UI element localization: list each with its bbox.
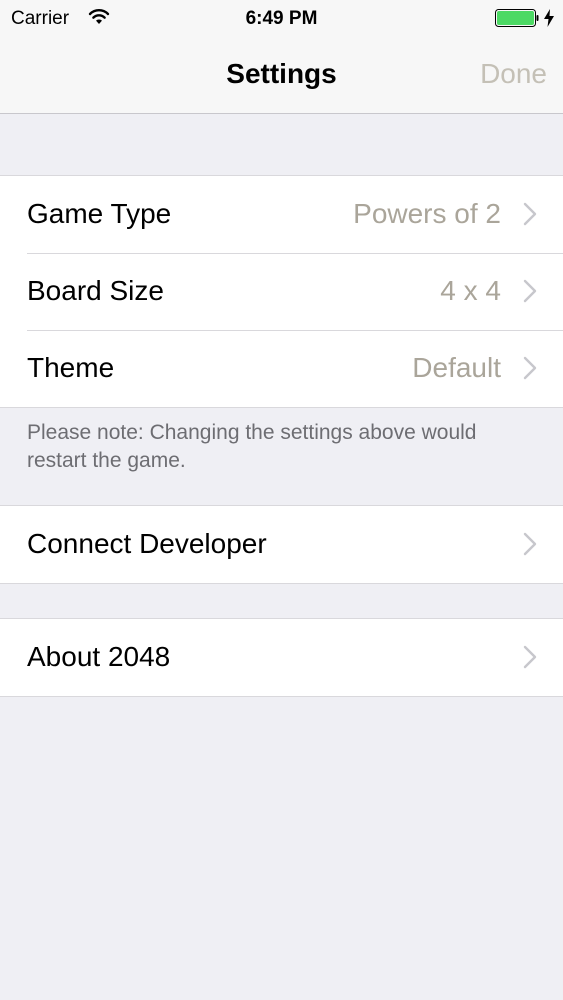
about-label: About 2048	[27, 641, 171, 672]
chevron-right-icon	[523, 532, 537, 556]
about-row[interactable]: About 2048	[0, 619, 563, 696]
settings-footer-note: Please note: Changing the settings above…	[27, 421, 477, 472]
navigation-bar: Settings Done	[0, 38, 563, 114]
theme-label: Theme	[27, 352, 115, 383]
game-type-value: Powers of 2	[353, 198, 501, 229]
battery-icon	[495, 9, 539, 27]
about-group: About 2048	[0, 618, 563, 697]
done-button[interactable]: Done	[480, 58, 547, 90]
chevron-right-icon	[523, 356, 537, 380]
theme-row[interactable]: Theme Default	[0, 330, 563, 407]
status-time: 6:49 PM	[245, 8, 318, 29]
chevron-right-icon	[523, 202, 537, 226]
connect-developer-row[interactable]: Connect Developer	[0, 506, 563, 583]
game-type-label: Game Type	[27, 198, 172, 229]
board-size-label: Board Size	[27, 275, 164, 306]
theme-value: Default	[412, 352, 501, 383]
board-size-row[interactable]: Board Size 4 x 4	[0, 253, 563, 330]
board-size-value: 4 x 4	[440, 275, 501, 306]
game-type-row[interactable]: Game Type Powers of 2	[0, 176, 563, 253]
chevron-right-icon	[523, 645, 537, 669]
connect-developer-label: Connect Developer	[27, 528, 267, 559]
developer-group: Connect Developer	[0, 505, 563, 584]
status-bar: Carrier 6:49 PM	[0, 0, 563, 38]
settings-group: Game Type Powers of 2 Board Size 4 x 4 T…	[0, 175, 563, 408]
chevron-right-icon	[523, 279, 537, 303]
charging-bolt-icon	[544, 9, 554, 27]
page-title: Settings	[226, 58, 337, 89]
